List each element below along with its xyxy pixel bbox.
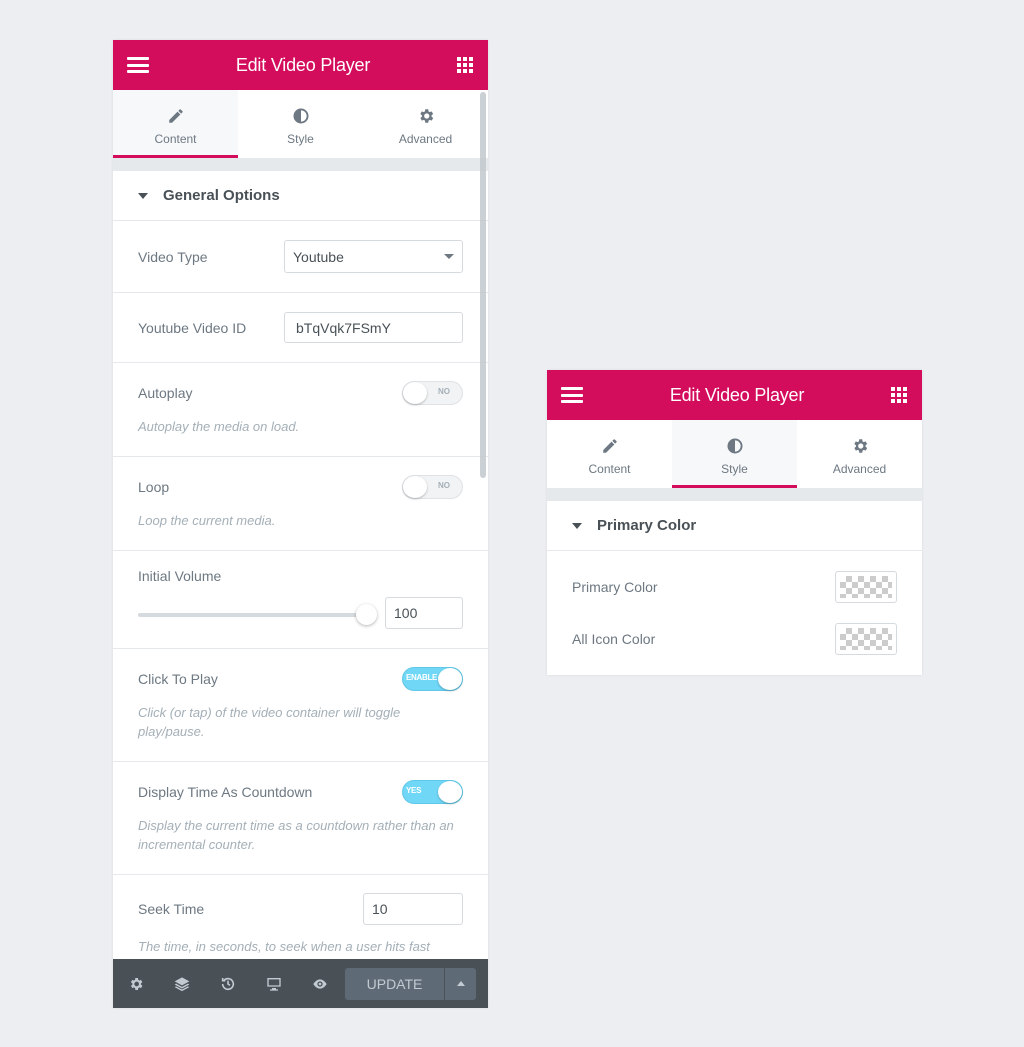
switch-knob (438, 781, 462, 803)
seek-time-input[interactable] (363, 893, 463, 925)
volume-slider-track[interactable] (138, 613, 366, 617)
edit-panel-style: Edit Video Player Content Style Advanced… (547, 370, 922, 675)
caret-down-icon (572, 522, 582, 529)
video-id-input[interactable] (284, 312, 463, 343)
edit-panel-content: Edit Video Player Content Style Advanced… (113, 40, 488, 1008)
video-id-control: Youtube Video ID (113, 293, 488, 363)
autoplay-control: Autoplay NO Autoplay the media on load. (113, 363, 488, 457)
autoplay-description: Autoplay the media on load. (138, 419, 300, 434)
loop-description: Loop the current media. (138, 513, 276, 528)
loop-switch[interactable]: NO (402, 475, 463, 499)
contrast-icon (293, 108, 308, 123)
click-to-play-description: Click (or tap) of the video container wi… (138, 705, 401, 739)
tab-label: Style (721, 461, 748, 476)
tab-advanced[interactable]: Advanced (363, 90, 488, 158)
primary-color-label: Primary Color (572, 579, 658, 595)
responsive-desktop-icon[interactable] (251, 959, 297, 1008)
panel-tabs: Content Style Advanced (113, 90, 488, 158)
section-title: Primary Color (597, 517, 697, 534)
update-options-arrow-icon[interactable] (444, 967, 476, 1000)
video-type-control: Video Type Youtube (113, 221, 488, 293)
caret-down-icon (138, 192, 148, 199)
primary-color-picker[interactable] (835, 571, 897, 603)
icon-color-label: All Icon Color (572, 631, 656, 647)
tab-label: Advanced (398, 131, 453, 146)
seek-time-label: Seek Time (138, 901, 205, 917)
countdown-control: Display Time As Countdown YES Display th… (113, 762, 488, 875)
icon-color-picker[interactable] (835, 623, 897, 655)
tabs-divider (113, 158, 488, 171)
primary-color-control: Primary Color (547, 561, 922, 613)
autoplay-switch[interactable]: NO (402, 381, 463, 405)
loop-label: Loop (138, 479, 170, 495)
settings-gear-icon[interactable] (113, 959, 159, 1008)
panel-header: Edit Video Player (113, 40, 488, 90)
click-to-play-control: Click To Play ENABLE Click (or tap) of t… (113, 649, 488, 762)
tab-advanced[interactable]: Advanced (797, 420, 922, 488)
seek-time-control: Seek Time The time, in seconds, to seek … (113, 875, 488, 965)
video-type-label: Video Type (138, 248, 208, 265)
switch-text: NO (438, 481, 450, 490)
panel-footer: UPDATE (113, 959, 488, 1008)
volume-input[interactable] (385, 597, 463, 629)
pencil-icon (602, 438, 617, 453)
panel-scrollbar[interactable] (480, 92, 486, 478)
switch-text: ENABLE (406, 673, 438, 682)
chevron-down-icon (444, 254, 454, 259)
contrast-icon (727, 438, 742, 453)
video-id-label: Youtube Video ID (138, 319, 247, 336)
tab-content[interactable]: Content (113, 90, 238, 158)
loop-control: Loop NO Loop the current media. (113, 457, 488, 551)
switch-knob (403, 476, 427, 498)
pencil-icon (168, 108, 183, 123)
update-button[interactable]: UPDATE (345, 967, 444, 1000)
click-to-play-label: Click To Play (138, 671, 218, 687)
gear-icon (419, 108, 433, 123)
tab-style[interactable]: Style (238, 90, 363, 158)
history-icon[interactable] (205, 959, 251, 1008)
switch-knob (438, 668, 462, 690)
switch-text: NO (438, 387, 450, 396)
panel-title: Edit Video Player (669, 384, 805, 405)
section-general-options[interactable]: General Options (113, 171, 488, 221)
tab-style[interactable]: Style (672, 420, 797, 488)
panel-header: Edit Video Player (547, 370, 922, 420)
volume-slider-handle[interactable] (356, 604, 377, 625)
layers-icon[interactable] (159, 959, 205, 1008)
gear-icon (853, 438, 867, 453)
widgets-grid-icon[interactable] (456, 57, 473, 73)
section-title: General Options (163, 187, 280, 204)
switch-knob (403, 382, 427, 404)
icon-color-control: All Icon Color (547, 613, 922, 665)
tab-label: Content (154, 131, 197, 146)
click-to-play-switch[interactable]: ENABLE (402, 667, 463, 691)
countdown-label: Display Time As Countdown (138, 784, 313, 800)
initial-volume-label: Initial Volume (138, 568, 222, 584)
tab-content[interactable]: Content (547, 420, 672, 488)
autoplay-label: Autoplay (138, 385, 193, 401)
tab-label: Content (588, 461, 631, 476)
menu-icon[interactable] (127, 57, 149, 73)
tabs-divider (547, 488, 922, 501)
video-type-select[interactable]: Youtube (284, 240, 463, 273)
menu-icon[interactable] (561, 387, 583, 403)
countdown-switch[interactable]: YES (402, 780, 463, 804)
seek-time-description: The time, in seconds, to seek when a use… (138, 939, 430, 954)
video-type-value: Youtube (293, 248, 344, 265)
section-primary-color[interactable]: Primary Color (547, 501, 922, 551)
switch-text: YES (406, 786, 422, 795)
countdown-description: Display the current time as a countdown … (138, 818, 454, 852)
panel-title: Edit Video Player (235, 54, 371, 75)
tab-label: Style (287, 131, 314, 146)
tab-label: Advanced (832, 461, 887, 476)
initial-volume-control: Initial Volume (113, 551, 488, 649)
preview-eye-icon[interactable] (297, 959, 343, 1008)
widgets-grid-icon[interactable] (890, 387, 907, 403)
panel-tabs: Content Style Advanced (547, 420, 922, 488)
